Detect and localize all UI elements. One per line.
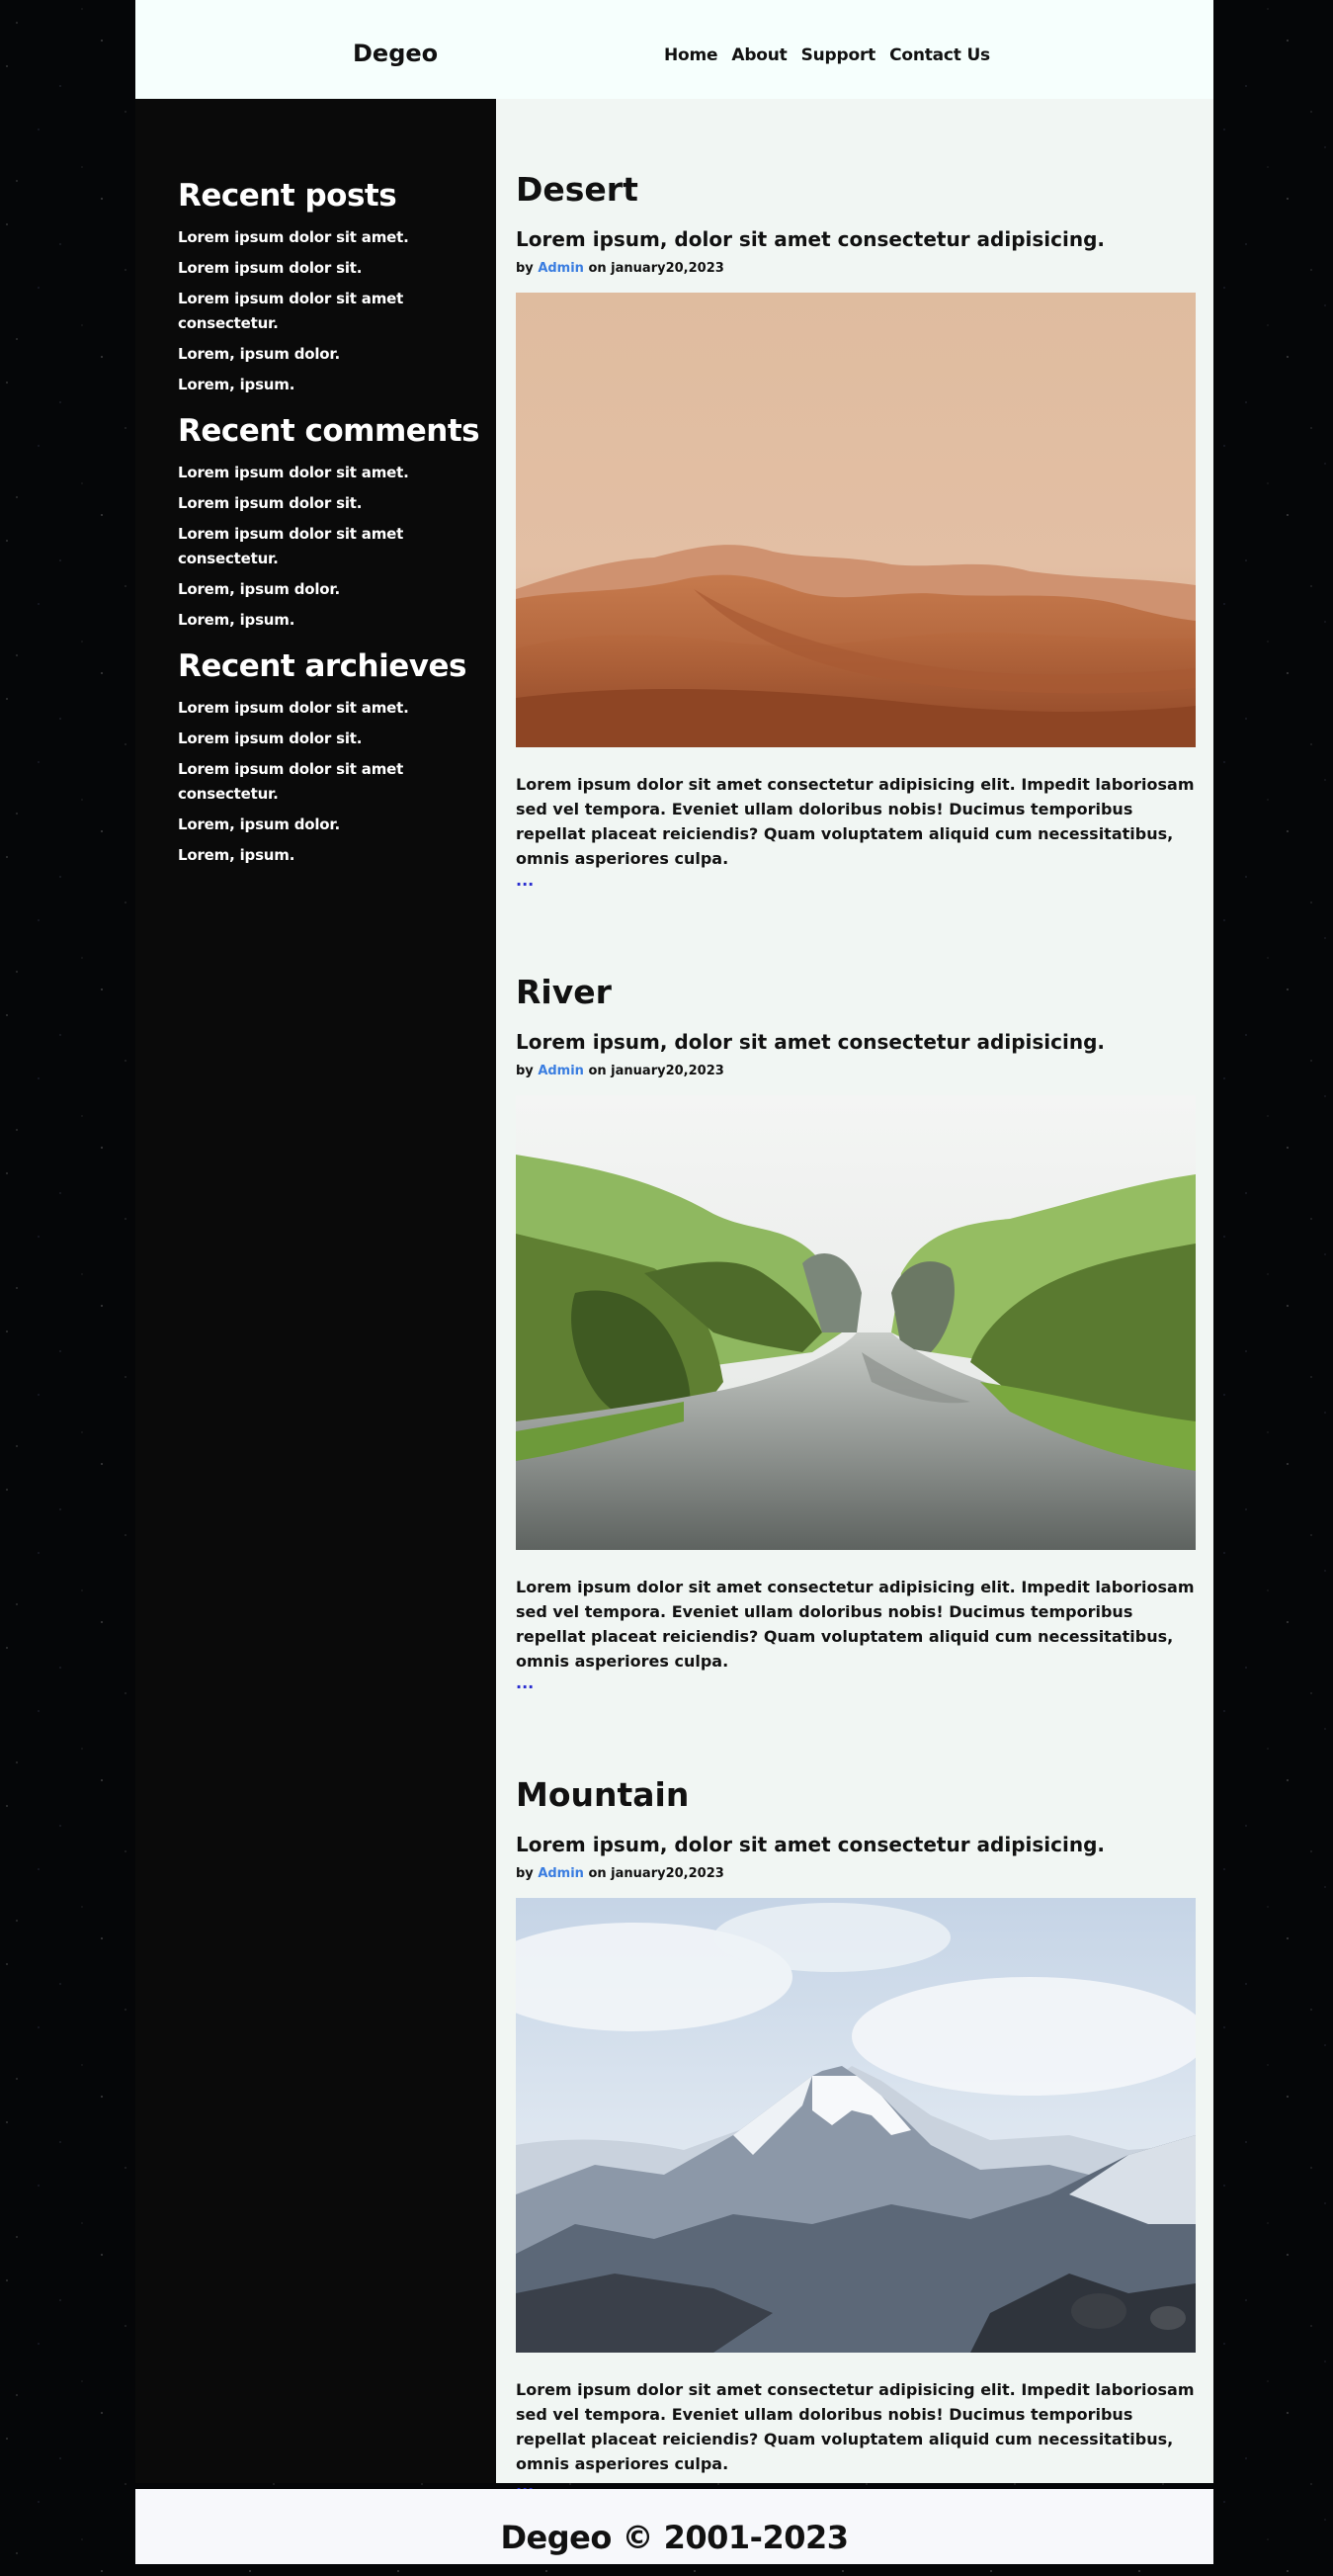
sidebar: Recent posts Lorem ipsum dolor sit amet.… xyxy=(135,99,496,2483)
footer-copyright: Degeo © 2001-2023 xyxy=(500,2519,849,2556)
nav-home[interactable]: Home xyxy=(664,45,718,65)
recent-archives-list: Lorem ipsum dolor sit amet. Lorem ipsum … xyxy=(178,696,496,868)
recent-post-item[interactable]: Lorem ipsum dolor sit. xyxy=(178,256,435,281)
post-author-link[interactable]: Admin xyxy=(538,1064,584,1078)
post-meta-by: by xyxy=(516,261,534,276)
recent-comment-item[interactable]: Lorem ipsum dolor sit. xyxy=(178,491,435,516)
post-author-link[interactable]: Admin xyxy=(538,1866,584,1881)
recent-archive-item[interactable]: Lorem ipsum dolor sit amet. xyxy=(178,696,435,721)
post-meta-by: by xyxy=(516,1866,534,1881)
recent-archive-item[interactable]: Lorem ipsum dolor sit amet consectetur. xyxy=(178,757,435,807)
recent-posts-heading: Recent posts xyxy=(178,178,397,214)
recent-post-item[interactable]: Lorem ipsum dolor sit amet consectetur. xyxy=(178,287,435,336)
recent-archive-item[interactable]: Lorem, ipsum. xyxy=(178,843,435,868)
post-title: River xyxy=(516,973,612,1011)
post-mountain: Mountain Lorem ipsum, dolor sit amet con… xyxy=(516,1773,1196,2576)
site-footer: Degeo © 2001-2023 xyxy=(135,2489,1213,2564)
recent-post-item[interactable]: Lorem, ipsum. xyxy=(178,373,435,397)
post-desert: Desert Lorem ipsum, dolor sit amet conse… xyxy=(516,168,1196,971)
recent-comment-item[interactable]: Lorem ipsum dolor sit amet. xyxy=(178,461,435,485)
recent-archives-section: Recent archieves Lorem ipsum dolor sit a… xyxy=(178,646,496,868)
recent-archive-item[interactable]: Lorem ipsum dolor sit. xyxy=(178,727,435,751)
recent-comment-item[interactable]: Lorem ipsum dolor sit amet consectetur. xyxy=(178,522,435,571)
post-date: on january20,2023 xyxy=(588,1064,724,1078)
recent-comments-list: Lorem ipsum dolor sit amet. Lorem ipsum … xyxy=(178,461,496,633)
content-area: Recent posts Lorem ipsum dolor sit amet.… xyxy=(135,99,1213,2495)
nav-about[interactable]: About xyxy=(731,45,787,65)
site-header: Degeo Home About Support Contact Us xyxy=(135,0,1213,99)
post-subtitle: Lorem ipsum, dolor sit amet consectetur … xyxy=(516,1030,1105,1054)
post-meta: by Admin on january20,2023 xyxy=(516,1864,1195,1884)
post-date: on january20,2023 xyxy=(588,1866,724,1881)
post-subtitle: Lorem ipsum, dolor sit amet consectetur … xyxy=(516,1833,1105,1856)
recent-comment-item[interactable]: Lorem, ipsum. xyxy=(178,608,435,633)
recent-archives-heading: Recent archieves xyxy=(178,648,466,684)
desert-image xyxy=(516,293,1196,747)
recent-comments-section: Recent comments Lorem ipsum dolor sit am… xyxy=(178,411,496,633)
nav-support[interactable]: Support xyxy=(801,45,876,65)
recent-post-item[interactable]: Lorem, ipsum dolor. xyxy=(178,342,435,367)
post-meta: by Admin on january20,2023 xyxy=(516,1062,1195,1081)
recent-posts-list: Lorem ipsum dolor sit amet. Lorem ipsum … xyxy=(178,225,496,397)
read-more-link[interactable]: ... xyxy=(516,871,534,891)
recent-post-item[interactable]: Lorem ipsum dolor sit amet. xyxy=(178,225,435,250)
mountain-image xyxy=(516,1898,1196,2353)
recent-comment-item[interactable]: Lorem, ipsum dolor. xyxy=(178,577,435,602)
main-nav: Home About Support Contact Us xyxy=(664,45,990,65)
post-excerpt: Lorem ipsum dolor sit amet consectetur a… xyxy=(516,1578,1195,1671)
river-image xyxy=(516,1095,1196,1550)
post-meta: by Admin on january20,2023 xyxy=(516,259,1195,279)
page-container: Degeo Home About Support Contact Us Rece… xyxy=(135,0,1213,2564)
site-logo[interactable]: Degeo xyxy=(353,40,438,67)
post-author-link[interactable]: Admin xyxy=(538,261,584,276)
post-date: on january20,2023 xyxy=(588,261,724,276)
post-excerpt: Lorem ipsum dolor sit amet consectetur a… xyxy=(516,2380,1195,2473)
main-content: Desert Lorem ipsum, dolor sit amet conse… xyxy=(496,99,1213,2495)
nav-contact-us[interactable]: Contact Us xyxy=(889,45,990,65)
post-subtitle: Lorem ipsum, dolor sit amet consectetur … xyxy=(516,227,1105,251)
read-more-link[interactable]: ... xyxy=(516,1674,534,1693)
recent-comments-heading: Recent comments xyxy=(178,413,480,449)
recent-posts-section: Recent posts Lorem ipsum dolor sit amet.… xyxy=(178,176,496,397)
post-river: River Lorem ipsum, dolor sit amet consec… xyxy=(516,971,1196,1773)
post-title: Mountain xyxy=(516,1775,690,1814)
post-excerpt: Lorem ipsum dolor sit amet consectetur a… xyxy=(516,775,1195,868)
post-title: Desert xyxy=(516,170,638,209)
recent-archive-item[interactable]: Lorem, ipsum dolor. xyxy=(178,813,435,837)
post-meta-by: by xyxy=(516,1064,534,1078)
